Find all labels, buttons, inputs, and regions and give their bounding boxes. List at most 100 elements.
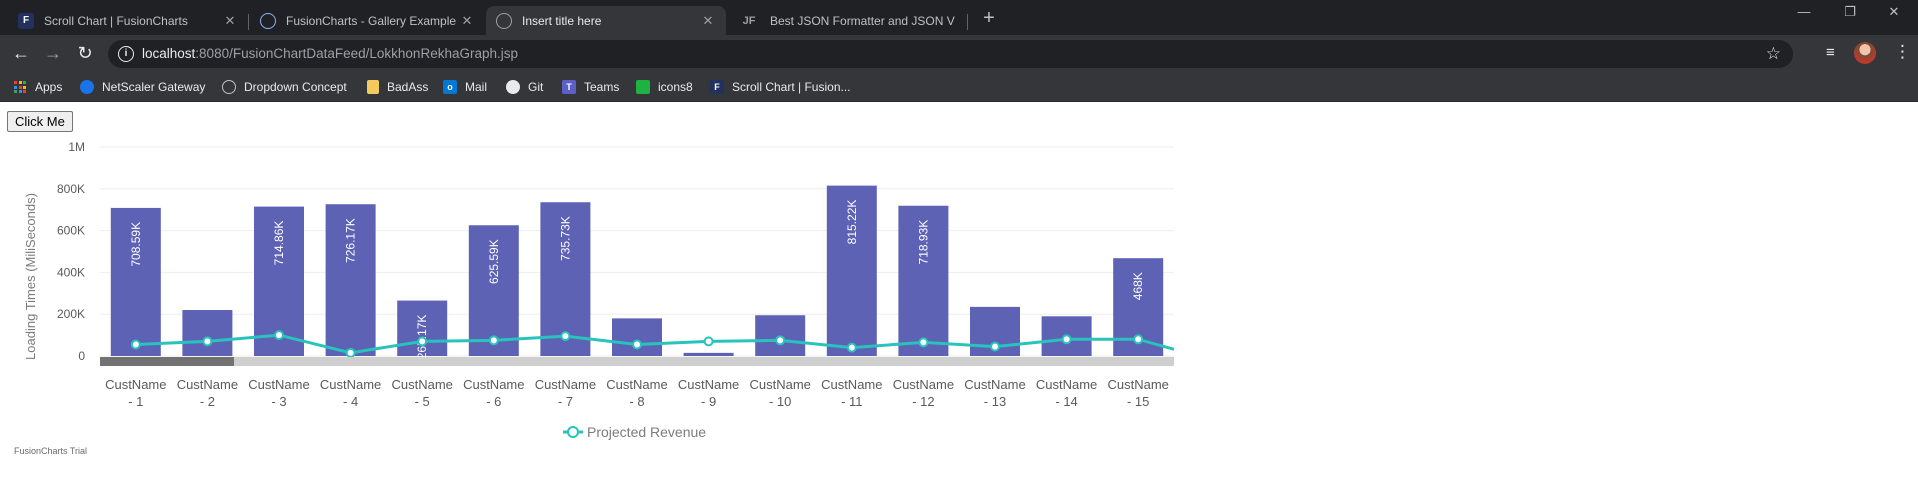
line-point[interactable] [130, 339, 141, 350]
tab-strip: F Scroll Chart | FusionCharts ✕ FusionCh… [0, 0, 1918, 35]
y-tick-label: 400K [57, 265, 85, 279]
x-category-label: CustName - 13 [964, 377, 1025, 409]
profile-avatar[interactable] [1854, 42, 1876, 64]
address-bar[interactable]: i localhost:8080/FusionChartDataFeed/Lok… [108, 40, 1793, 68]
forward-button[interactable]: → [42, 43, 64, 65]
y-tick-label: 0 [78, 349, 85, 363]
browser-toolbar: ← → ↻ i localhost:8080/FusionChartDataFe… [0, 35, 1918, 72]
bar-value-label: 708.59K [129, 222, 143, 267]
bar[interactable] [182, 310, 233, 356]
bookmark-git[interactable]: Git [506, 78, 543, 96]
y-tick-label: 1M [68, 140, 85, 154]
tab-insert-title[interactable]: Insert title here ✕ [486, 6, 726, 35]
bar-value-label: 625.59K [487, 239, 501, 284]
close-tab-icon[interactable]: ✕ [700, 13, 716, 29]
legend-marker-icon [567, 426, 579, 438]
bookmark-label: Apps [35, 80, 63, 94]
line-point[interactable] [202, 336, 213, 347]
line-point[interactable] [775, 335, 786, 346]
bookmark-label: NetScaler Gateway [102, 80, 206, 94]
y-tick-label: 600K [57, 224, 85, 238]
y-tick-label: 800K [57, 182, 85, 196]
line-point[interactable] [918, 337, 929, 348]
tab-title: Scroll Chart | FusionCharts [44, 13, 188, 28]
bookmark-scroll-chart[interactable]: F Scroll Chart | Fusion... [710, 78, 851, 96]
url-path: :8080/FusionChartDataFeed/LokkhonRekhaGr… [195, 46, 518, 61]
minimize-button[interactable]: — [1784, 4, 1824, 19]
bookmark-netscaler[interactable]: NetScaler Gateway [80, 78, 205, 96]
bookmark-label: icons8 [658, 80, 693, 94]
y-axis-title: Loading Times (MiliSeconds) [23, 193, 38, 360]
x-category-label: CustName - 14 [1036, 377, 1097, 409]
site-info-icon[interactable]: i [118, 46, 134, 62]
bookmark-label: Dropdown Concept [244, 80, 347, 94]
bar[interactable] [612, 318, 662, 356]
bookmark-label: Scroll Chart | Fusion... [732, 80, 851, 94]
line-point[interactable] [1061, 334, 1072, 345]
close-tab-icon[interactable]: ✕ [459, 13, 475, 29]
line-point[interactable] [1133, 334, 1144, 345]
scroll-combination-chart: 0 200K 400K 600K 800K 1M Loading Times (MiliSe… [14, 140, 1175, 456]
gallery-icon [260, 12, 276, 29]
fusioncharts-icon: F [710, 80, 724, 94]
x-category-label: CustName - 9 [678, 377, 739, 409]
x-category-label: CustName - 11 [821, 377, 882, 409]
bookmark-teams[interactable]: T Teams [562, 78, 619, 96]
x-category-label: CustName - 6 [463, 377, 524, 409]
browser-menu-icon[interactable]: ⋮ [1894, 42, 1911, 62]
bar-value-label: 468K [1131, 272, 1145, 300]
fusioncharts-icon: F [18, 12, 34, 29]
tab-divider [967, 14, 968, 30]
back-button[interactable]: ← [10, 43, 32, 65]
teams-icon: T [562, 80, 576, 94]
x-category-label: CustName - 15 [1107, 377, 1168, 409]
reload-button[interactable]: ↻ [74, 43, 96, 65]
line-point[interactable] [632, 339, 642, 350]
bookmark-badass[interactable]: BadAss [367, 78, 428, 96]
x-category-label: CustName - 1 [105, 377, 166, 409]
close-tab-icon[interactable]: ✕ [222, 13, 238, 29]
line-point[interactable] [417, 336, 428, 347]
folder-icon [367, 80, 379, 94]
tab-title: Best JSON Formatter and JSON V [770, 13, 955, 28]
line-point[interactable] [488, 335, 499, 346]
new-tab-button[interactable]: + [978, 8, 1000, 30]
restore-button[interactable]: ❐ [1830, 4, 1870, 20]
url-text[interactable]: localhost:8080/FusionChartDataFeed/Lokkh… [142, 46, 518, 61]
line-point[interactable] [990, 341, 1000, 352]
url-host: localhost [142, 46, 196, 61]
y-tick-label: 200K [57, 307, 85, 321]
line-point[interactable] [703, 336, 714, 347]
bookmarks-bar: Apps NetScaler Gateway Dropdown Concept … [0, 72, 1918, 102]
line-point[interactable] [560, 331, 571, 342]
tab-title: FusionCharts - Gallery Example - [286, 13, 459, 28]
bookmark-label: Mail [465, 80, 488, 94]
bar[interactable] [683, 352, 734, 356]
legend-label: Projected Revenue [587, 424, 706, 440]
bookmark-icons8[interactable]: icons8 [636, 78, 693, 96]
tab-scroll-chart[interactable]: F Scroll Chart | FusionCharts ✕ [8, 6, 248, 35]
line-point[interactable] [345, 347, 356, 358]
scrollbar-thumb[interactable] [100, 357, 234, 366]
tab-gallery-example[interactable]: FusionCharts - Gallery Example - ✕ [250, 6, 485, 35]
line-point[interactable] [274, 330, 284, 341]
bar-value-label: 718.93K [916, 220, 930, 265]
x-category-label: CustName - 7 [535, 377, 596, 409]
tab-json-formatter[interactable]: JF Best JSON Formatter and JSON V [728, 6, 968, 35]
media-control-icon[interactable]: ≡ [1826, 44, 1835, 61]
x-category-label: CustName - 12 [893, 377, 954, 409]
tab-divider [248, 14, 249, 30]
bookmark-star-icon[interactable]: ☆ [1766, 44, 1781, 64]
scrollbar-track[interactable] [100, 357, 1174, 366]
close-window-button[interactable]: ✕ [1874, 4, 1914, 20]
x-category-label: CustName - 4 [320, 377, 381, 409]
netscaler-icon [80, 80, 94, 94]
trial-watermark: FusionCharts Trial [14, 446, 87, 456]
line-point[interactable] [846, 342, 857, 353]
bookmark-dropdown-concept[interactable]: Dropdown Concept [222, 78, 347, 96]
bookmark-apps[interactable]: Apps [13, 78, 62, 96]
x-category-label: CustName - 8 [606, 377, 667, 409]
bookmark-mail[interactable]: o Mail [443, 78, 487, 96]
bar-value-label: 726.17K [344, 218, 358, 263]
bookmark-label: Git [528, 80, 544, 94]
